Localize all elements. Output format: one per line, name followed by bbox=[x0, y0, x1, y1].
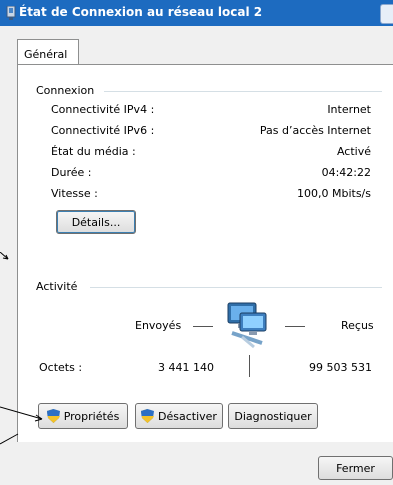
tab-general-label: Général bbox=[24, 48, 68, 61]
speed-label: Vitesse : bbox=[51, 187, 98, 200]
duration-label: Durée : bbox=[51, 166, 92, 179]
details-button[interactable]: Détails... bbox=[56, 210, 136, 234]
media-state-value: Activé bbox=[336, 145, 371, 158]
speed-value: 100,0 Mbits/s bbox=[297, 187, 371, 200]
title-bar[interactable]: État de Connexion au réseau local 2 bbox=[0, 0, 393, 26]
network-computers-icon bbox=[227, 302, 267, 349]
properties-label: Propriétés bbox=[63, 409, 120, 423]
uac-shield-icon bbox=[141, 409, 155, 423]
sent-label: Envoyés bbox=[135, 319, 182, 332]
activity-divider bbox=[249, 355, 250, 377]
sent-line bbox=[193, 326, 213, 327]
ipv6-label: Connectivité IPv6 : bbox=[51, 124, 155, 137]
uac-shield-icon bbox=[46, 409, 60, 423]
duration-value: 04:42:22 bbox=[321, 166, 371, 179]
activity-group-line bbox=[90, 287, 382, 288]
media-state-label: État du média : bbox=[51, 145, 136, 158]
ipv4-label: Connectivité IPv4 : bbox=[51, 103, 155, 116]
close-button[interactable]: Fermer bbox=[318, 456, 393, 480]
disable-label: Désactiver bbox=[158, 409, 217, 423]
annotation-arrow-lower bbox=[0, 432, 20, 446]
window-title: État de Connexion au réseau local 2 bbox=[19, 5, 263, 19]
bytes-sent-value: 3 441 140 bbox=[158, 361, 214, 374]
title-bar-button[interactable] bbox=[380, 4, 393, 24]
annotation-arrow-details bbox=[0, 252, 10, 262]
ipv6-value: Pas d’accès Internet bbox=[259, 124, 371, 137]
disable-button[interactable]: Désactiver bbox=[135, 403, 223, 429]
network-adapter-icon bbox=[6, 6, 16, 20]
bytes-label: Octets : bbox=[39, 361, 83, 374]
activity-group-label: Activité bbox=[36, 280, 84, 293]
received-line bbox=[285, 326, 305, 327]
bytes-received-value: 99 503 531 bbox=[309, 361, 372, 374]
properties-button[interactable]: Propriétés bbox=[38, 403, 128, 429]
diagnose-button[interactable]: Diagnostiquer bbox=[228, 403, 318, 429]
ipv4-value: Internet bbox=[327, 103, 371, 116]
connexion-group-line bbox=[104, 91, 382, 92]
received-label: Reçus bbox=[341, 319, 374, 332]
tab-panel: Connexion Connectivité IPv4 : Internet C… bbox=[17, 64, 393, 442]
annotation-arrow-properties bbox=[0, 405, 46, 425]
tab-general[interactable]: Général bbox=[17, 39, 79, 65]
connexion-group-label: Connexion bbox=[36, 84, 101, 97]
